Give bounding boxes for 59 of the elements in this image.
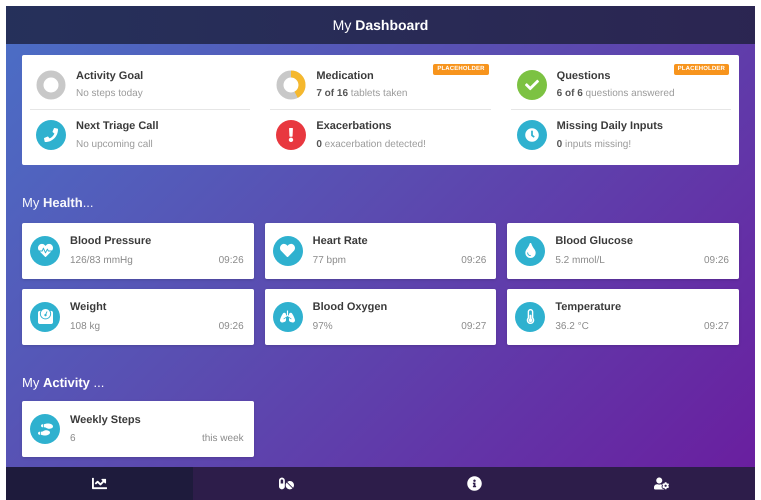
clock-icon [516, 120, 547, 150]
item-title: Missing Daily Inputs [556, 119, 664, 134]
exclamation-icon [276, 120, 306, 150]
card-time: 09:26 [704, 254, 729, 268]
lungs-icon [272, 302, 303, 332]
card-time: this week [202, 432, 244, 446]
card-value: 36.2 °C [555, 320, 589, 334]
item-subtitle: No steps today [76, 87, 144, 102]
droplet-icon [515, 236, 546, 266]
card-title: Blood Glucose [555, 234, 634, 250]
ring-icon [36, 70, 66, 100]
donut-meter [276, 70, 306, 100]
card-value: 97% [312, 320, 333, 334]
card-time: 09:26 [218, 254, 244, 268]
footprints-icon [30, 414, 60, 444]
card-time: 09:26 [461, 254, 486, 268]
item-subtitle: 0 inputs missing! [556, 138, 632, 152]
metric-card[interactable]: Blood Pressure 126/83 mmHg 09:26 [22, 222, 254, 278]
item-subtitle: 7 of 16 tablets taken [316, 87, 408, 102]
heartbeat-icon [30, 236, 60, 266]
section-heading: My Activity ... [22, 374, 106, 392]
checkmark-icon [516, 70, 547, 100]
item-subtitle: 0 exacerbation detected! [316, 138, 426, 152]
card-value: 5.2 mmol/L [555, 254, 605, 268]
metric-card[interactable]: Heart Rate 77 bpm 09:26 [264, 222, 496, 278]
card-title: Weight [70, 300, 108, 316]
card-value: 6 [70, 432, 76, 446]
card-time: 09:27 [461, 320, 486, 334]
user-settings-icon [654, 476, 669, 491]
item-title: Medication [316, 68, 375, 84]
section-heading: My Health... [22, 194, 95, 212]
pills-icon [279, 476, 294, 491]
card-title: Blood Oxygen [312, 300, 388, 316]
metric-card[interactable]: Weekly Steps 6 this week [22, 401, 254, 457]
card-value: 126/83 mmHg [70, 254, 133, 268]
item-subtitle: 6 of 6 questions answered [556, 87, 675, 102]
item-title: Next Triage Call [76, 119, 159, 134]
card-time: 09:27 [704, 320, 729, 334]
card-title: Blood Pressure [70, 234, 152, 250]
card-title: Weekly Steps [70, 412, 142, 428]
chart-icon [92, 476, 108, 491]
item-subtitle: No upcoming call [76, 138, 154, 152]
page-title: My Dashboard [332, 16, 428, 35]
card-value: 108 kg [70, 320, 100, 334]
card-value: 77 bpm [312, 254, 346, 268]
card-time: 09:26 [218, 320, 244, 334]
metric-card[interactable]: Temperature 36.2 °C 09:27 [507, 288, 739, 344]
item-title: Activity Goal [76, 68, 144, 84]
card-title: Temperature [555, 300, 622, 316]
metric-card[interactable]: Blood Oxygen 97% 09:27 [264, 288, 496, 344]
scale-icon [30, 302, 60, 332]
metric-card[interactable]: Blood Glucose 5.2 mmol/L 09:26 [507, 222, 739, 278]
item-title: Questions [556, 68, 612, 84]
info-icon [466, 476, 482, 491]
phone-icon [36, 120, 66, 150]
thermometer-icon [515, 302, 546, 332]
metric-card[interactable]: Weight 108 kg 09:26 [22, 288, 254, 344]
card-title: Heart Rate [312, 234, 369, 250]
item-title: Exacerbations [316, 119, 393, 134]
